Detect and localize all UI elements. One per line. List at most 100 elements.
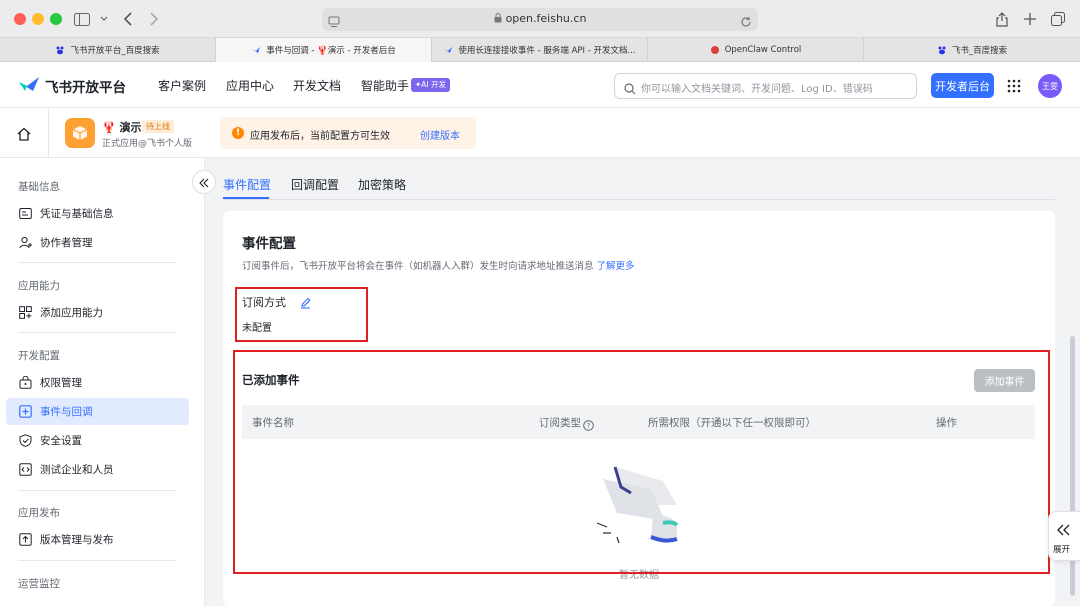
nav-dev-docs[interactable]: 开发文档 <box>293 77 341 94</box>
card-title: 事件配置 <box>242 236 296 252</box>
app-info-bar: 🦞 演示 待上线 正式应用@飞书个人版 ! 应用发布后，当前配置方可生效 创建版… <box>0 108 1080 158</box>
divider <box>18 332 177 333</box>
tab-callback-config[interactable]: 回调配置 <box>291 176 339 193</box>
url-value: open.feishu.cn <box>505 12 587 25</box>
browser-tab-active[interactable]: 事件与回调 - 🦞演示 - 开发者后台 <box>216 38 432 62</box>
brand-logo[interactable]: 飞书开放平台 <box>18 75 126 97</box>
sidebar-item-label: 版本管理与发布 <box>40 534 114 546</box>
sidebar-section-title: 应用能力 <box>18 280 60 292</box>
tab-encryption-strategy[interactable]: 加密策略 <box>358 176 406 193</box>
double-chevron-left-icon <box>199 173 209 192</box>
grid-add-icon <box>19 305 33 320</box>
sidebar-item-label: 事件与回调 <box>40 406 93 418</box>
card-description: 订阅事件后，飞书开放平台将会在事件（如机器人入群）发生时向请求地址推送消息 了解… <box>242 258 635 272</box>
minimize-window-button[interactable] <box>32 13 44 25</box>
notice-text: 应用发布后，当前配置方可生效 <box>250 131 390 142</box>
sidebar-item-label: 协作者管理 <box>40 237 93 249</box>
url-text: open.feishu.cn <box>322 12 758 26</box>
tabs-divider <box>223 199 1055 200</box>
divider <box>18 262 177 263</box>
notice-banner: ! 应用发布后，当前配置方可生效 创建版本 <box>220 117 476 149</box>
developer-console-button[interactable]: 开发者后台 <box>931 73 994 98</box>
divider <box>18 560 177 561</box>
sidebar-item-permissions[interactable]: 权限管理 <box>6 369 189 396</box>
status-badge: 待上线 <box>142 120 174 133</box>
sidebar-toggle-icon[interactable] <box>72 9 92 29</box>
app-header: 飞书开放平台 客户案例 应用中心 开发文档 智能助手 ✦AI 开发 你可以输入文… <box>0 62 1080 108</box>
sidebar-item-label: 添加应用能力 <box>40 307 103 319</box>
baidu-icon <box>55 45 65 55</box>
double-chevron-left-icon <box>1056 521 1070 540</box>
sidebar-item-label: 安全设置 <box>40 435 82 447</box>
tab-title: 事件与回调 - 🦞演示 - 开发者后台 <box>266 46 396 56</box>
sidebar-item-label: 凭证与基础信息 <box>40 208 114 220</box>
app-name: 🦞 演示 <box>102 121 142 134</box>
sidebar-item-label: 权限管理 <box>40 377 82 389</box>
tab-title: 飞书_百度搜索 <box>951 46 1008 56</box>
sidebar-section-title: 开发配置 <box>18 350 60 362</box>
reload-icon[interactable] <box>740 13 752 32</box>
browser-tab[interactable]: 使用长连接接收事件 - 服务端 API - 开发文档... <box>432 38 648 62</box>
highlight-box-subscribe-method <box>235 287 368 342</box>
event-box-icon <box>19 404 33 419</box>
sidebar-item-versions[interactable]: 版本管理与发布 <box>6 526 189 553</box>
nav-customer-cases[interactable]: 客户案例 <box>158 77 206 94</box>
search-input[interactable]: 你可以输入文档关键词、开发问题、Log ID、错误码 <box>614 73 917 99</box>
tab-title: 飞书开放平台_百度搜索 <box>70 46 160 56</box>
nav-smart-assistant[interactable]: 智能助手 <box>361 77 409 94</box>
close-window-button[interactable] <box>14 13 26 25</box>
lock-box-icon <box>19 375 33 390</box>
lock-icon <box>494 13 502 26</box>
maximize-window-button[interactable] <box>50 13 62 25</box>
nav-app-center[interactable]: 应用中心 <box>226 77 274 94</box>
sidebar-section-title: 运营监控 <box>18 578 60 590</box>
app-grid-icon[interactable] <box>1007 78 1021 97</box>
config-tabs: 事件配置 回调配置 加密策略 <box>205 158 1080 199</box>
expand-panel-button[interactable]: 展开 <box>1048 511 1080 561</box>
browser-tab-strip: 飞书开放平台_百度搜索 事件与回调 - 🦞演示 - 开发者后台 使用长连接接收事… <box>0 38 1080 62</box>
feishu-icon <box>251 45 261 55</box>
warning-icon: ! <box>232 127 244 139</box>
browser-tab[interactable]: OpenClaw Control <box>648 38 864 62</box>
browser-tab[interactable]: 飞书开放平台_百度搜索 <box>0 38 216 62</box>
search-icon <box>624 80 636 99</box>
description-text: 订阅事件后，飞书开放平台将会在事件（如机器人入群）发生时向请求地址推送消息 <box>242 261 594 272</box>
forward-icon[interactable] <box>144 9 164 29</box>
upload-box-icon <box>19 532 33 547</box>
sidebar-item-collaborators[interactable]: 协作者管理 <box>6 229 189 256</box>
avatar[interactable]: 王雯 <box>1038 74 1062 98</box>
sidebar: 基础信息 凭证与基础信息 协作者管理 应用能力 添加应用能力 开发配置 权限管理… <box>0 158 205 606</box>
divider <box>48 108 49 158</box>
sidebar-item-test-tenants[interactable]: 测试企业和人员 <box>6 456 189 483</box>
divider <box>18 490 177 491</box>
home-icon[interactable] <box>17 126 31 145</box>
learn-more-link[interactable]: 了解更多 <box>597 261 635 272</box>
back-icon[interactable] <box>118 9 138 29</box>
ai-badge: ✦AI 开发 <box>411 78 451 92</box>
sidebar-item-add-capability[interactable]: 添加应用能力 <box>6 299 189 326</box>
feishu-logo-icon <box>18 75 40 97</box>
feishu-icon <box>443 45 453 55</box>
code-box-icon <box>19 462 33 477</box>
tab-title: 使用长连接接收事件 - 服务端 API - 开发文档... <box>458 46 636 56</box>
create-version-link[interactable]: 创建版本 <box>420 127 460 142</box>
shield-icon <box>19 433 33 448</box>
collapse-sidebar-button[interactable] <box>192 170 216 194</box>
id-card-icon <box>19 207 33 221</box>
sidebar-item-credentials[interactable]: 凭证与基础信息 <box>6 200 189 227</box>
search-placeholder: 你可以输入文档关键词、开发问题、Log ID、错误码 <box>641 84 873 95</box>
chevron-down-icon[interactable] <box>94 9 114 29</box>
share-icon[interactable] <box>992 9 1012 29</box>
sidebar-item-security[interactable]: 安全设置 <box>6 427 189 454</box>
new-tab-icon[interactable] <box>1020 9 1040 29</box>
sidebar-item-events-callbacks[interactable]: 事件与回调 <box>6 398 189 425</box>
tab-event-config[interactable]: 事件配置 <box>223 176 271 193</box>
highlight-box-added-events <box>233 350 1050 574</box>
user-add-icon <box>19 236 33 250</box>
tab-overview-icon[interactable] <box>1048 9 1068 29</box>
app-icon <box>65 118 95 148</box>
sidebar-item-label: 测试企业和人员 <box>40 464 114 476</box>
address-bar[interactable]: open.feishu.cn <box>322 8 758 31</box>
browser-tab[interactable]: 飞书_百度搜索 <box>864 38 1080 62</box>
expand-label: 展开 <box>1053 545 1071 555</box>
